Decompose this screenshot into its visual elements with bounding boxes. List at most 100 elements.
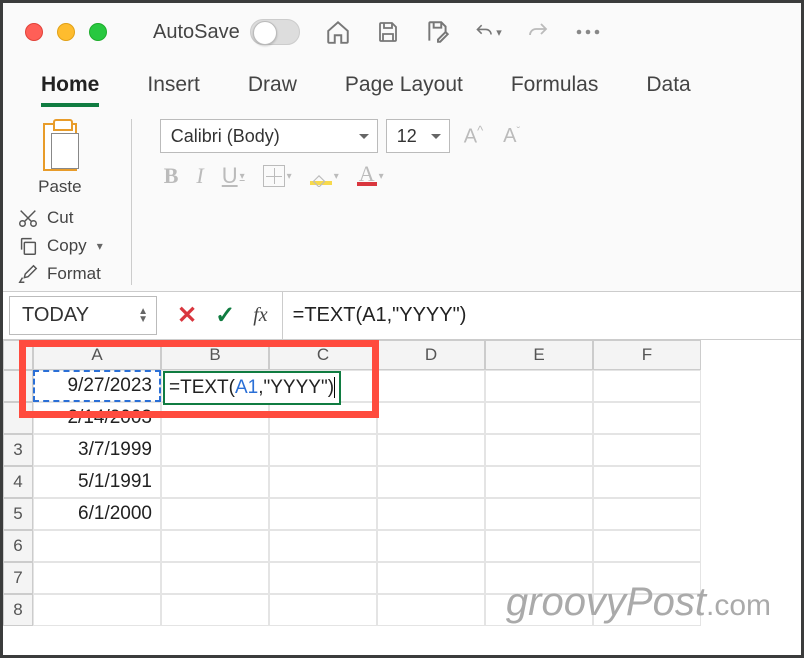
col-header-a[interactable]: A [33,340,161,370]
cell-e4[interactable] [485,466,593,498]
name-box-value: TODAY [22,304,89,327]
col-header-c[interactable]: C [269,340,377,370]
formula-bar-buttons: ✕ ✓ fx [163,292,282,339]
bold-button[interactable]: B [164,163,179,189]
cell-b6[interactable] [161,530,269,562]
cell-f1[interactable] [593,370,701,402]
cell-a4[interactable]: 5/1/1991 [33,466,161,498]
cell-c6[interactable] [269,530,377,562]
title-bar: AutoSave ▾ [3,3,801,61]
close-window-button[interactable] [25,23,43,41]
cell-b2[interactable] [161,402,269,434]
home-icon[interactable] [324,18,352,46]
cell-b7[interactable] [161,562,269,594]
font-name-select[interactable]: Calibri (Body) [160,119,378,153]
save-edit-icon[interactable] [424,18,452,46]
cell-a2[interactable]: 2/14/2003 [33,402,161,434]
cell-e5[interactable] [485,498,593,530]
cell-d8[interactable] [377,594,485,626]
cell-f4[interactable] [593,466,701,498]
row-header[interactable]: 5 [3,498,33,530]
tab-formulas[interactable]: Formulas [487,65,623,105]
maximize-window-button[interactable] [89,23,107,41]
cell-e3[interactable] [485,434,593,466]
cell-b8[interactable] [161,594,269,626]
cell-d5[interactable] [377,498,485,530]
paste-button[interactable]: Paste [17,119,103,197]
tab-home[interactable]: Home [17,65,123,105]
tab-data[interactable]: Data [622,65,714,105]
row-header[interactable]: 8 [3,594,33,626]
minimize-window-button[interactable] [57,23,75,41]
row-header[interactable]: 3 [3,434,33,466]
row-header[interactable]: 7 [3,562,33,594]
fx-icon[interactable]: fx [253,304,267,327]
cell-f5[interactable] [593,498,701,530]
font-color-button[interactable]: A▾ [357,166,384,186]
cut-button[interactable]: Cut [17,207,103,229]
increase-font-icon[interactable]: A^ [458,123,489,149]
fill-color-button[interactable]: ▾ [310,167,339,185]
decrease-font-icon[interactable]: Aˇ [497,125,526,148]
select-all-corner[interactable] [3,340,33,370]
row-header[interactable]: 4 [3,466,33,498]
col-header-f[interactable]: F [593,340,701,370]
cell-d2[interactable] [377,402,485,434]
cell-a8[interactable] [33,594,161,626]
name-box[interactable]: TODAY ▲▼ [9,296,157,335]
format-painter-button[interactable]: Format [17,263,103,285]
cell-a1[interactable]: 9/27/2023 [33,370,161,402]
tab-insert[interactable]: Insert [123,65,224,105]
underline-button[interactable]: U▾ [222,163,245,189]
cell-a6[interactable] [33,530,161,562]
cell-f6[interactable] [593,530,701,562]
row-header[interactable] [3,370,33,402]
col-header-b[interactable]: B [161,340,269,370]
cell-a7[interactable] [33,562,161,594]
cell-d3[interactable] [377,434,485,466]
row-header[interactable]: 6 [3,530,33,562]
italic-button[interactable]: I [196,163,203,189]
cell-c5[interactable] [269,498,377,530]
copy-button[interactable]: Copy▾ [17,235,103,257]
format-label: Format [47,264,101,284]
redo-icon[interactable] [524,18,552,46]
row-header[interactable] [3,402,33,434]
cell-e2[interactable] [485,402,593,434]
autosave-toggle[interactable] [250,19,300,45]
borders-button[interactable]: ▾ [263,165,292,187]
undo-icon[interactable]: ▾ [474,18,502,46]
more-icon[interactable] [574,18,602,46]
cell-c4[interactable] [269,466,377,498]
col-header-e[interactable]: E [485,340,593,370]
cell-d1[interactable] [377,370,485,402]
save-icon[interactable] [374,18,402,46]
cell-f3[interactable] [593,434,701,466]
cell-e1[interactable] [485,370,593,402]
cell-b3[interactable] [161,434,269,466]
ribbon-tabs: Home Insert Draw Page Layout Formulas Da… [3,61,801,109]
cell-a3[interactable]: 3/7/1999 [33,434,161,466]
name-box-stepper[interactable]: ▲▼ [138,308,148,324]
cell-d6[interactable] [377,530,485,562]
tab-page-layout[interactable]: Page Layout [321,65,487,105]
cell-a5[interactable]: 6/1/2000 [33,498,161,530]
cell-c7[interactable] [269,562,377,594]
cell-c2[interactable] [269,402,377,434]
cell-b5[interactable] [161,498,269,530]
cell-f2[interactable] [593,402,701,434]
formula-input[interactable]: =TEXT(A1,"YYYY") [282,292,801,339]
cell-d7[interactable] [377,562,485,594]
cell-e6[interactable] [485,530,593,562]
quick-access-toolbar: ▾ [324,18,602,46]
cell-c8[interactable] [269,594,377,626]
tab-draw[interactable]: Draw [224,65,321,105]
cancel-formula-icon[interactable]: ✕ [177,301,197,330]
col-header-d[interactable]: D [377,340,485,370]
font-size-select[interactable]: 12 [386,119,450,153]
cell-d4[interactable] [377,466,485,498]
accept-formula-icon[interactable]: ✓ [215,301,235,330]
cell-editor[interactable]: =TEXT(A1,"YYYY") [163,371,341,405]
cell-b4[interactable] [161,466,269,498]
cell-c3[interactable] [269,434,377,466]
